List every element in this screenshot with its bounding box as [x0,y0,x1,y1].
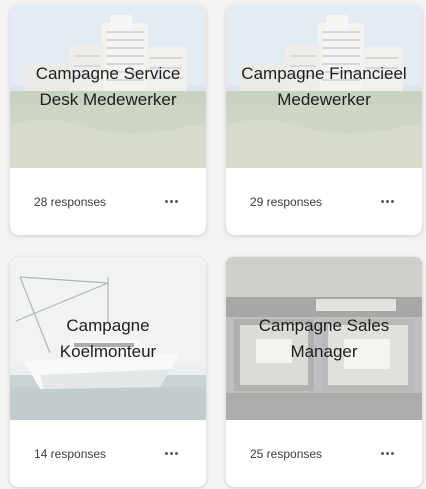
card-footer: 28 responses [10,168,206,235]
card-title: Campagne Financieel Medewerker [241,63,407,109]
card-cover: Campagne Sales Manager [226,257,422,420]
survey-card[interactable]: Campagne Financieel Medewerker 29 respon… [226,5,422,235]
more-options-icon[interactable] [160,194,182,210]
card-title: Campagne Koelmonteur [59,315,157,361]
card-footer: 29 responses [226,168,422,235]
card-title: Campagne Service Desk Medewerker [35,63,181,109]
card-title: Campagne Sales Manager [258,315,390,361]
response-count: 28 responses [34,194,107,209]
card-cover: Campagne Service Desk Medewerker [10,5,206,168]
card-footer: 14 responses [10,420,206,487]
card-cover: Campagne Koelmonteur [10,257,206,420]
card-cover: Campagne Financieel Medewerker [226,5,422,168]
more-options-icon[interactable] [376,194,398,210]
survey-card[interactable]: Campagne Koelmonteur 14 responses [10,257,206,487]
survey-card[interactable]: Campagne Sales Manager 25 responses [226,257,422,487]
survey-card[interactable]: Campagne Service Desk Medewerker 28 resp… [10,5,206,235]
card-footer: 25 responses [226,420,422,487]
more-options-icon[interactable] [376,446,398,462]
response-count: 25 responses [250,446,323,461]
response-count: 29 responses [250,194,323,209]
more-options-icon[interactable] [160,446,182,462]
response-count: 14 responses [34,446,107,461]
